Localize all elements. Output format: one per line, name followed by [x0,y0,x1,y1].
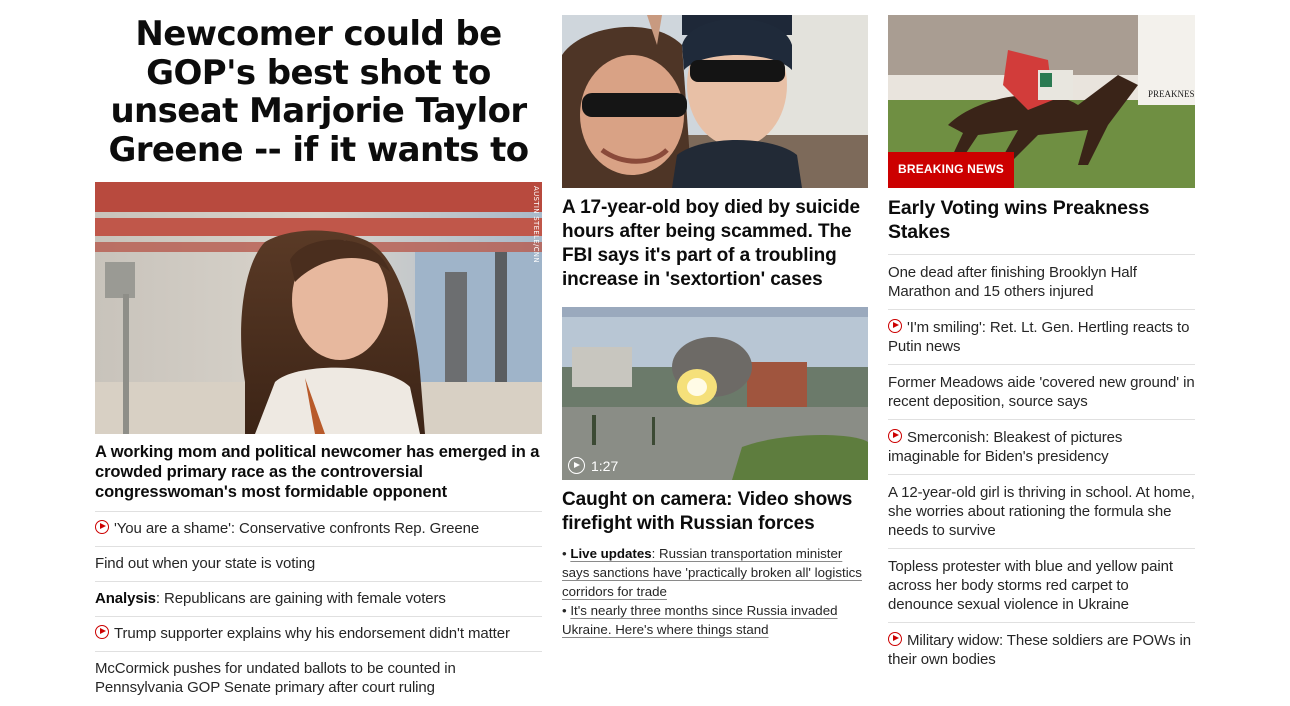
video-duration: 1:27 [568,457,618,474]
list-item[interactable]: Analysis: Republicans are gaining with f… [95,581,542,616]
svg-text:PREAKNESS: PREAKNESS [1148,89,1195,99]
item-text: Former Meadows aide 'covered new ground'… [888,374,1195,410]
list-item[interactable]: Find out when your state is voting [95,546,542,581]
bullet-text: It's nearly three months since Russia in… [562,603,838,637]
item-text: Topless protester with blue and yellow p… [888,558,1173,613]
explosion-photo [562,307,868,480]
play-icon [568,457,585,474]
item-text: : Republicans are gaining with female vo… [155,590,446,607]
item-text: Military widow: These soldiers are POWs … [888,632,1191,668]
play-circle-icon [95,625,109,639]
list-item[interactable]: Trump supporter explains why his endorse… [95,616,542,651]
firefight-video-thumbnail[interactable]: 1:27 [562,307,868,480]
preakness-image[interactable]: PREAKNESS BREAKING NEWS [888,15,1195,188]
list-item[interactable]: McCormick pushes for undated ballots to … [95,651,542,705]
item-text: 'You are a shame': Conservative confront… [114,520,480,537]
teen-story-headline[interactable]: A 17-year-old boy died by suicide hours … [562,196,868,292]
related-links-list: 'You are a shame': Conservative confront… [95,511,542,705]
item-text: McCormick pushes for undated ballots to … [95,660,456,696]
bullet-item[interactable]: • It's nearly three months since Russia … [562,601,868,639]
item-text: 'I'm smiling': Ret. Lt. Gen. Hertling re… [888,319,1190,355]
lead-story-column: Newcomer could be GOP's best shot to uns… [95,15,542,705]
teen-story-image[interactable] [562,15,868,188]
play-circle-icon [888,632,902,646]
item-text: Trump supporter explains why his endorse… [114,625,510,642]
right-column: PREAKNESS BREAKING NEWS Early Voting win… [888,15,1195,677]
middle-column: A 17-year-old boy died by suicide hours … [562,15,868,639]
mother-son-photo [562,15,868,188]
play-circle-icon [95,520,109,534]
list-item[interactable]: 'I'm smiling': Ret. Lt. Gen. Hertling re… [888,309,1195,364]
play-circle-icon [888,429,902,443]
list-item[interactable]: Military widow: These soldiers are POWs … [888,622,1195,677]
item-text: One dead after finishing Brooklyn Half M… [888,264,1137,300]
list-item[interactable]: One dead after finishing Brooklyn Half M… [888,254,1195,309]
item-prefix: Analysis [95,590,156,607]
breaking-news-badge: BREAKING NEWS [888,152,1014,188]
list-item[interactable]: Former Meadows aide 'covered new ground'… [888,364,1195,419]
image-credit: AUSTIN STEELE/CNN [532,186,540,263]
lead-summary[interactable]: A working mom and political newcomer has… [95,442,542,502]
lead-story-image[interactable]: AUSTIN STEELE/CNN [95,182,542,434]
list-item[interactable]: A 12-year-old girl is thriving in school… [888,474,1195,548]
item-text: A 12-year-old girl is thriving in school… [888,484,1195,539]
play-circle-icon [888,319,902,333]
firefight-headline[interactable]: Caught on camera: Video shows firefight … [562,488,868,536]
preakness-headline[interactable]: Early Voting wins Preakness Stakes [888,196,1195,244]
item-text: Find out when your state is voting [95,555,316,572]
list-item[interactable]: Smerconish: Bleakest of pictures imagina… [888,419,1195,474]
list-item[interactable]: Topless protester with blue and yellow p… [888,548,1195,622]
ukraine-bullets: • Live updates: Russian transportation m… [562,544,868,639]
lead-headline[interactable]: Newcomer could be GOP's best shot to uns… [95,15,542,169]
duration-label: 1:27 [591,457,619,474]
woman-photo [95,182,542,434]
bullet-item[interactable]: • Live updates: Russian transportation m… [562,544,868,601]
live-updates-label: Live updates [570,546,652,561]
right-links-list: One dead after finishing Brooklyn Half M… [888,254,1195,677]
item-text: Smerconish: Bleakest of pictures imagina… [888,429,1123,465]
list-item[interactable]: 'You are a shame': Conservative confront… [95,511,542,546]
